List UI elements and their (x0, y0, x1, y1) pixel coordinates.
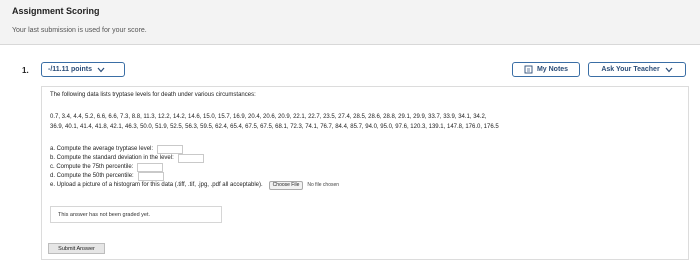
choose-file-button[interactable]: Choose File (268, 181, 304, 190)
ask-teacher-button[interactable]: Ask Your Teacher (588, 62, 686, 77)
submit-answer-button[interactable]: Submit Answer (48, 243, 105, 254)
part-b-label: b. Compute the standard deviation in the… (50, 155, 174, 161)
part-d: d. Compute the 50th percentile: (50, 172, 339, 181)
data-list-line-1: 0.7, 3.4, 4.4, 5.2, 6.6, 6.6, 7.3, 8.8, … (50, 114, 487, 120)
part-b-answer-input[interactable] (177, 154, 204, 163)
question-number: 1. (22, 66, 29, 75)
points-label: -/11.11 points (48, 66, 92, 73)
no-file-text: No file chosen (307, 182, 340, 188)
question-parts: a. Compute the average tryptase level: b… (50, 145, 339, 190)
part-a: a. Compute the average tryptase level: (50, 145, 339, 154)
graded-note-box: This answer has not been graded yet. (50, 206, 222, 223)
part-b: b. Compute the standard deviation in the… (50, 154, 339, 163)
part-c: c. Compute the 75th percentile: (50, 163, 339, 172)
points-dropdown[interactable]: -/11.11 points (41, 62, 125, 77)
assignment-header: Assignment Scoring Your last submission … (0, 0, 700, 45)
notes-icon (524, 65, 533, 74)
part-e-label: e. Upload a picture of a histogram for t… (50, 182, 263, 188)
graded-note: This answer has not been graded yet. (58, 211, 151, 218)
my-notes-label: My Notes (536, 66, 569, 73)
data-list-line-2: 36.9, 40.1, 41.4, 41.8, 42.1, 46.3, 50.0… (50, 124, 499, 130)
submit-answer-label: Submit Answer (58, 245, 95, 252)
page-subtitle: Your last submission is used for your sc… (12, 27, 147, 34)
part-c-answer-input[interactable] (137, 163, 164, 172)
my-notes-button[interactable]: My Notes (512, 62, 580, 77)
page-title: Assignment Scoring (12, 6, 100, 16)
part-c-label: c. Compute the 75th percentile: (50, 164, 134, 170)
part-d-answer-input[interactable] (137, 172, 164, 181)
part-a-label: a. Compute the average tryptase level: (50, 146, 154, 152)
question-prompt: The following data lists tryptase levels… (50, 92, 256, 98)
chevron-down-icon (665, 67, 673, 73)
chevron-down-icon (97, 67, 105, 73)
part-e: e. Upload a picture of a histogram for t… (50, 181, 339, 190)
part-a-answer-input[interactable] (157, 145, 184, 154)
ask-teacher-label: Ask Your Teacher (601, 66, 660, 73)
part-d-label: d. Compute the 50th percentile: (50, 173, 134, 179)
